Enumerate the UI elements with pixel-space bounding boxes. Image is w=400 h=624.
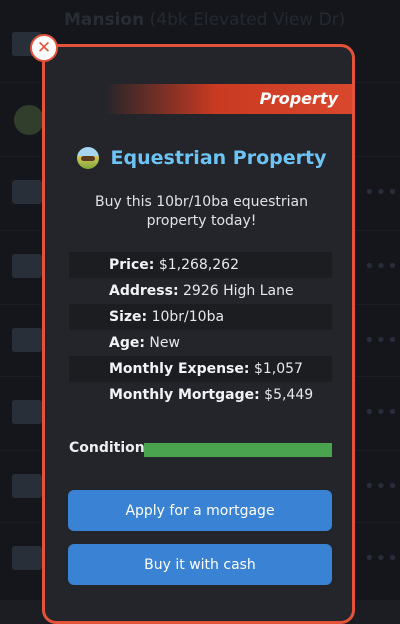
detail-row-monthly-mortgage: Monthly Mortgage: $5,449 — [109, 387, 314, 403]
property-modal: Property Equestrian Property Buy this 10… — [42, 44, 355, 624]
detail-row-address: Address: 2926 High Lane — [109, 283, 294, 299]
close-button[interactable]: ✕ — [30, 34, 58, 62]
field-icon — [76, 147, 99, 169]
detail-row-size: Size: 10br/10ba — [69, 304, 332, 330]
detail-row-price: Price: $1,268,262 — [69, 252, 332, 278]
apply-mortgage-button[interactable]: Apply for a mortgage — [68, 490, 332, 531]
condition-bar-fill — [144, 443, 332, 457]
detail-row-monthly-expense: Monthly Expense: $1,057 — [69, 356, 332, 382]
property-description: Buy this 10br/10ba equestrian property t… — [95, 194, 308, 229]
close-icon: ✕ — [36, 37, 52, 58]
condition-bar — [144, 443, 332, 457]
condition-label: Condition — [69, 440, 145, 456]
property-details: Price: $1,268,262 Address: 2926 High Lan… — [69, 252, 332, 408]
detail-row-age: Age: New — [109, 335, 180, 351]
modal-title: Equestrian Property — [110, 147, 327, 169]
category-ribbon: Property — [104, 84, 352, 114]
ribbon-label: Property — [259, 89, 338, 108]
buy-with-cash-button[interactable]: Buy it with cash — [68, 544, 332, 585]
modal-header: Equestrian Property — [45, 147, 352, 169]
